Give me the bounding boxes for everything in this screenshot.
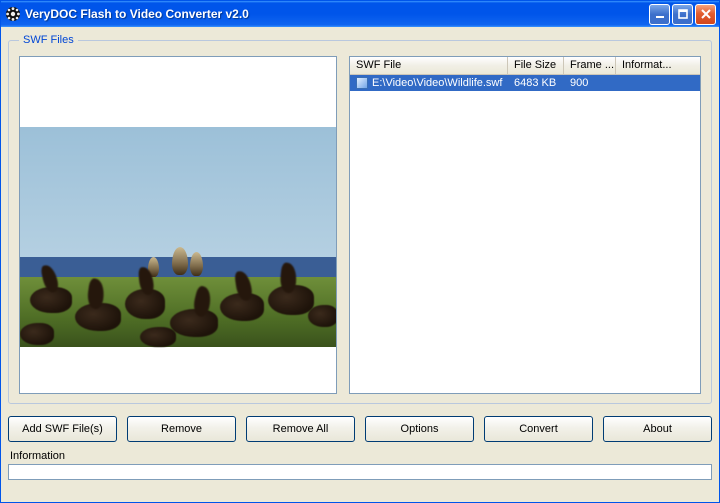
- remove-button[interactable]: Remove: [127, 416, 236, 442]
- maximize-icon: [678, 9, 688, 19]
- column-headers: SWF File File Size Frame ... Informat...: [350, 57, 700, 75]
- convert-button[interactable]: Convert: [484, 416, 593, 442]
- column-header-size[interactable]: File Size: [508, 57, 564, 74]
- preview-bird: [140, 327, 176, 347]
- preview-bird: [20, 323, 54, 345]
- preview-pane: [19, 56, 337, 394]
- app-window: VeryDOC Flash to Video Converter v2.0 SW…: [0, 0, 720, 503]
- cell-size: 6483 KB: [508, 77, 564, 89]
- preview-bird: [308, 305, 337, 327]
- swf-inner: SWF File File Size Frame ... Informat...…: [19, 56, 701, 394]
- about-button[interactable]: About: [603, 416, 712, 442]
- maximize-button[interactable]: [672, 4, 693, 25]
- column-header-frame[interactable]: Frame ...: [564, 57, 616, 74]
- window-buttons: [649, 4, 716, 25]
- titlebar[interactable]: VeryDOC Flash to Video Converter v2.0: [1, 1, 719, 27]
- cell-file: E:\Video\Video\Wildlife.swf: [350, 77, 508, 89]
- table-row[interactable]: E:\Video\Video\Wildlife.swf 6483 KB 900: [350, 75, 700, 91]
- window-title: VeryDOC Flash to Video Converter v2.0: [25, 7, 649, 21]
- information-bar: [8, 464, 712, 480]
- options-button[interactable]: Options: [365, 416, 474, 442]
- remove-all-button[interactable]: Remove All: [246, 416, 355, 442]
- content-area: SWF Files: [1, 27, 719, 502]
- preview-bird: [190, 252, 203, 276]
- button-row: Add SWF File(s) Remove Remove All Option…: [8, 416, 712, 442]
- minimize-button[interactable]: [649, 4, 670, 25]
- swf-files-legend: SWF Files: [19, 34, 78, 46]
- cell-file-text: E:\Video\Video\Wildlife.swf: [372, 77, 502, 89]
- file-list[interactable]: SWF File File Size Frame ... Informat...…: [349, 56, 701, 394]
- close-icon: [701, 9, 711, 19]
- column-header-file[interactable]: SWF File: [350, 57, 508, 74]
- cell-frame: 900: [564, 77, 616, 89]
- file-rows: E:\Video\Video\Wildlife.swf 6483 KB 900: [350, 75, 700, 393]
- swf-file-icon: [356, 77, 368, 89]
- close-button[interactable]: [695, 4, 716, 25]
- information-label: Information: [10, 450, 712, 462]
- column-header-info[interactable]: Informat...: [616, 57, 700, 74]
- preview-bird: [170, 309, 218, 337]
- minimize-icon: [655, 9, 665, 19]
- add-swf-button[interactable]: Add SWF File(s): [8, 416, 117, 442]
- app-icon: [5, 6, 21, 22]
- swf-files-group: SWF Files: [8, 34, 712, 404]
- preview-bird: [172, 247, 188, 275]
